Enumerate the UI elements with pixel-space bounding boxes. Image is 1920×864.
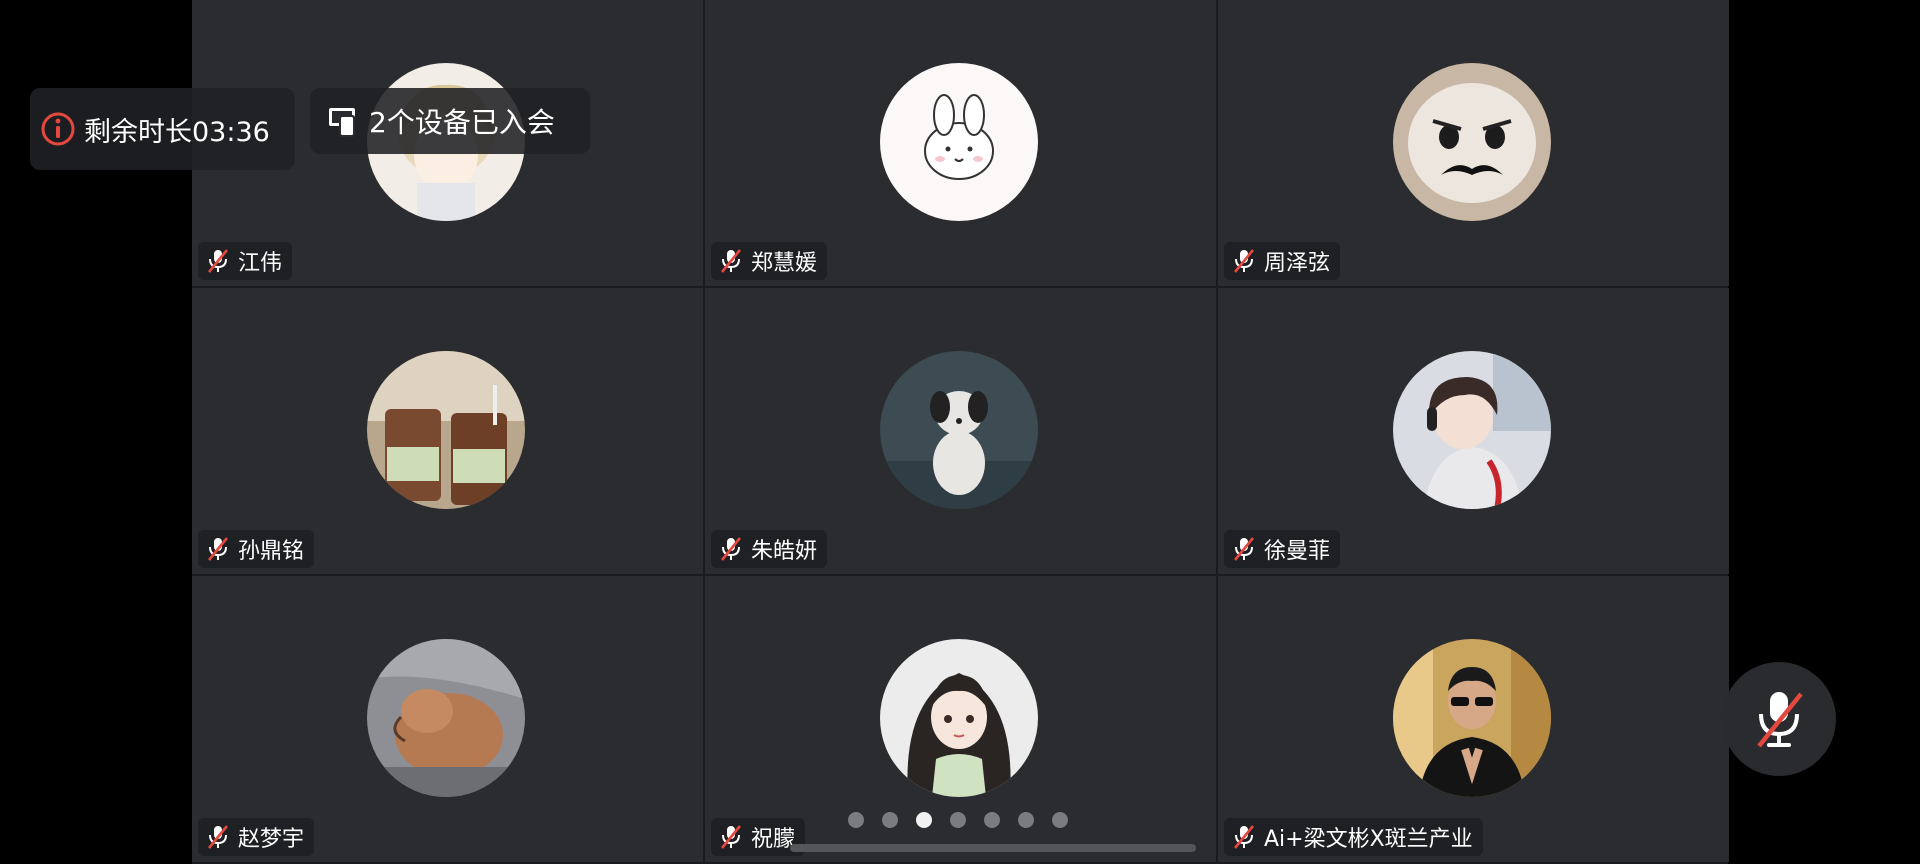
participant-name: 祝朦 xyxy=(751,827,796,852)
participant-tile[interactable]: 周泽弦 xyxy=(1218,0,1729,286)
participant-name-tag: Ai+梁文彬X斑兰产业 xyxy=(1224,818,1483,856)
sleeping-dog-avatar xyxy=(367,639,525,797)
info-icon xyxy=(40,111,76,147)
participant-name-tag: 孙鼎铭 xyxy=(198,530,315,568)
participant-name-tag: 徐曼菲 xyxy=(1224,530,1341,568)
toggle-mic-button[interactable] xyxy=(1722,662,1836,776)
mic-muted-icon xyxy=(206,536,230,562)
anime-girl-avatar xyxy=(880,639,1038,797)
participant-name-tag: 赵梦宇 xyxy=(198,818,315,856)
mic-muted-icon xyxy=(206,824,230,850)
page-dot-active[interactable] xyxy=(916,812,932,828)
mic-muted-icon xyxy=(719,248,743,274)
mic-muted-icon xyxy=(719,824,743,850)
participant-tile[interactable]: 赵梦宇 xyxy=(192,576,703,862)
mic-muted-icon xyxy=(1232,248,1256,274)
page-dot[interactable] xyxy=(950,812,966,828)
page-dot[interactable] xyxy=(1052,812,1068,828)
page-dot[interactable] xyxy=(848,812,864,828)
mustache-cat-avatar xyxy=(1393,63,1551,221)
participant-tile[interactable]: 郑慧媛 xyxy=(705,0,1216,286)
cartoon-bunny-avatar xyxy=(880,63,1038,221)
participant-tile[interactable]: 孙鼎铭 xyxy=(192,288,703,574)
devices-joined-badge[interactable]: 2个设备已入会 xyxy=(310,88,590,154)
mic-off-icon xyxy=(1757,692,1803,748)
mic-muted-icon xyxy=(206,248,230,274)
mic-muted-icon xyxy=(1232,824,1256,850)
participant-name: Ai+梁文彬X斑兰产业 xyxy=(1264,827,1473,852)
participant-tile[interactable]: 朱皓妍 xyxy=(705,288,1216,574)
participant-name-tag: 朱皓妍 xyxy=(711,530,828,568)
mic-muted-icon xyxy=(1232,536,1256,562)
participant-name: 徐曼菲 xyxy=(1264,539,1331,564)
participant-tile[interactable]: Ai+梁文彬X斑兰产业 xyxy=(1218,576,1729,862)
participant-name-tag: 郑慧媛 xyxy=(711,242,828,280)
puppy-photo-avatar xyxy=(880,351,1038,509)
remaining-time-text: 剩余时长03:36 xyxy=(84,116,270,148)
horizontal-scrollbar[interactable] xyxy=(790,844,1196,852)
participant-name-tag: 江伟 xyxy=(198,242,293,280)
participant-name: 周泽弦 xyxy=(1264,251,1331,276)
participant-name: 郑慧媛 xyxy=(751,251,818,276)
mic-muted-icon xyxy=(719,536,743,562)
participant-name-tag: 周泽弦 xyxy=(1224,242,1341,280)
participant-name: 朱皓妍 xyxy=(751,539,818,564)
devices-joined-text: 2个设备已入会 xyxy=(369,106,555,139)
participant-name: 赵梦宇 xyxy=(238,827,305,852)
anime-gamer-avatar xyxy=(1393,351,1551,509)
page-indicator[interactable] xyxy=(848,812,1068,828)
devices-icon xyxy=(325,103,361,139)
participant-tile[interactable]: 徐曼菲 xyxy=(1218,288,1729,574)
page-dot[interactable] xyxy=(984,812,1000,828)
coffee-cups-avatar xyxy=(367,351,525,509)
remaining-time-badge[interactable]: 剩余时长03:36 xyxy=(30,88,295,170)
participant-name: 江伟 xyxy=(238,251,283,276)
page-dot[interactable] xyxy=(1018,812,1034,828)
man-sunglasses-avatar xyxy=(1393,639,1551,797)
page-dot[interactable] xyxy=(882,812,898,828)
participant-name: 孙鼎铭 xyxy=(238,539,305,564)
